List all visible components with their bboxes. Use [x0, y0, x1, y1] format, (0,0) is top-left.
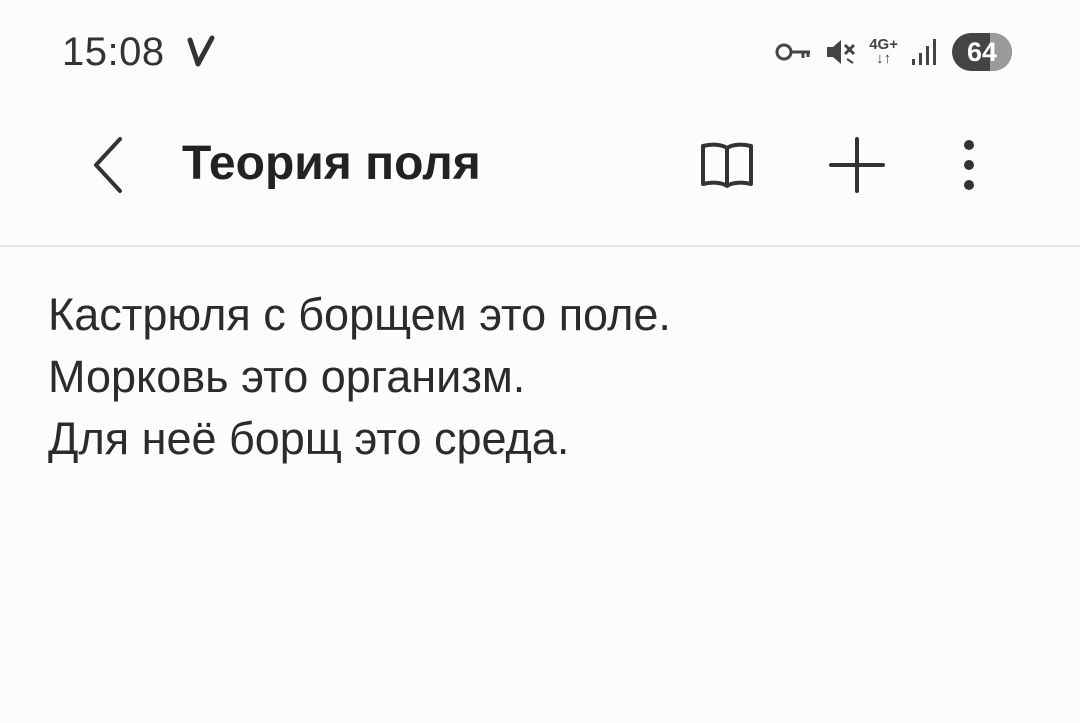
network-label-bottom: ↓↑ — [876, 50, 892, 67]
status-bar: 15:08 4G+ ↓↑ 64 — [0, 0, 1080, 100]
page-title: Теория поля — [182, 137, 481, 190]
key-icon — [775, 43, 811, 61]
battery-level: 64 — [966, 36, 998, 67]
more-vertical-icon — [964, 140, 974, 190]
status-icons: 4G+ ↓↑ 64 — [775, 32, 1012, 72]
back-button[interactable] — [78, 130, 138, 200]
more-options-button[interactable] — [944, 130, 994, 200]
note-line[interactable]: Кастрюля с борщем это поле. — [48, 284, 1028, 346]
note-body[interactable]: Кастрюля с борщем это поле. Морковь это … — [48, 284, 1028, 470]
chevron-left-icon — [94, 137, 122, 193]
note-screen: 15:08 4G+ ↓↑ 64 Теория поля Кастрюля с б… — [0, 0, 1080, 723]
note-line[interactable]: Морковь это организм. — [48, 346, 1028, 408]
reading-mode-button[interactable] — [692, 130, 762, 200]
status-time: 15:08 — [62, 30, 165, 74]
signal-icon — [912, 39, 936, 65]
app-bar: Теория поля — [0, 100, 1080, 246]
note-line[interactable]: Для неё борщ это среда. — [48, 408, 1028, 470]
4g-network-icon: 4G+ ↓↑ — [869, 37, 898, 67]
header-divider — [0, 245, 1080, 247]
mute-icon — [827, 40, 856, 64]
battery-icon: 64 — [952, 33, 1012, 71]
plus-icon — [829, 137, 885, 193]
book-icon — [701, 142, 753, 188]
v-notification-icon — [187, 35, 215, 67]
add-button[interactable] — [822, 130, 892, 200]
